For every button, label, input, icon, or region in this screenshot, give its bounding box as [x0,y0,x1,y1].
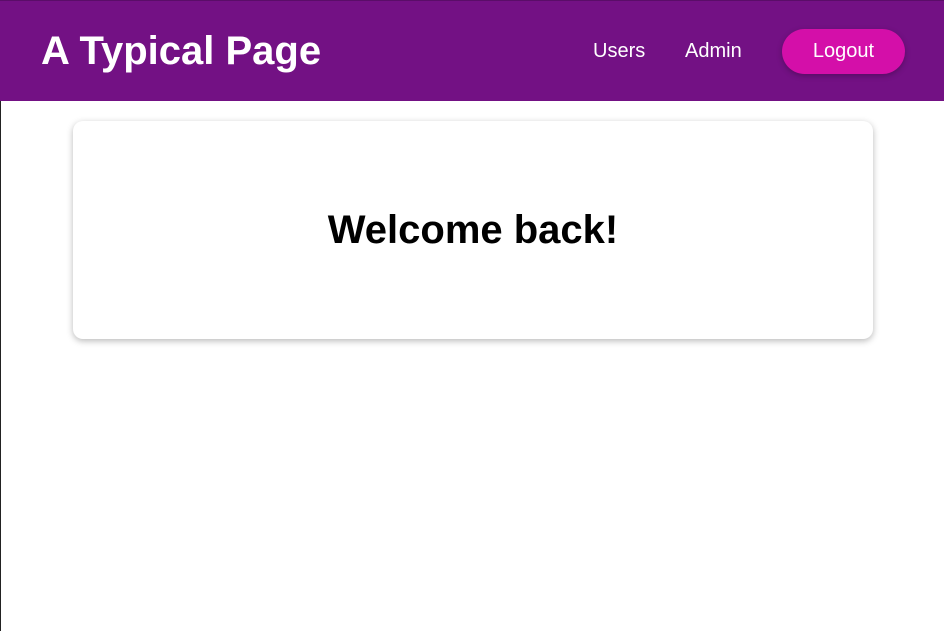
nav-link-admin[interactable]: Admin [685,39,742,63]
welcome-card: Welcome back! [73,121,873,339]
page: A Typical Page Users Admin Logout Welcom… [0,0,944,631]
logout-button[interactable]: Logout [782,29,905,74]
top-navbar: A Typical Page Users Admin Logout [0,0,944,101]
nav-link-users[interactable]: Users [593,39,645,63]
welcome-heading: Welcome back! [327,208,619,252]
site-title: A Typical Page [41,29,322,73]
